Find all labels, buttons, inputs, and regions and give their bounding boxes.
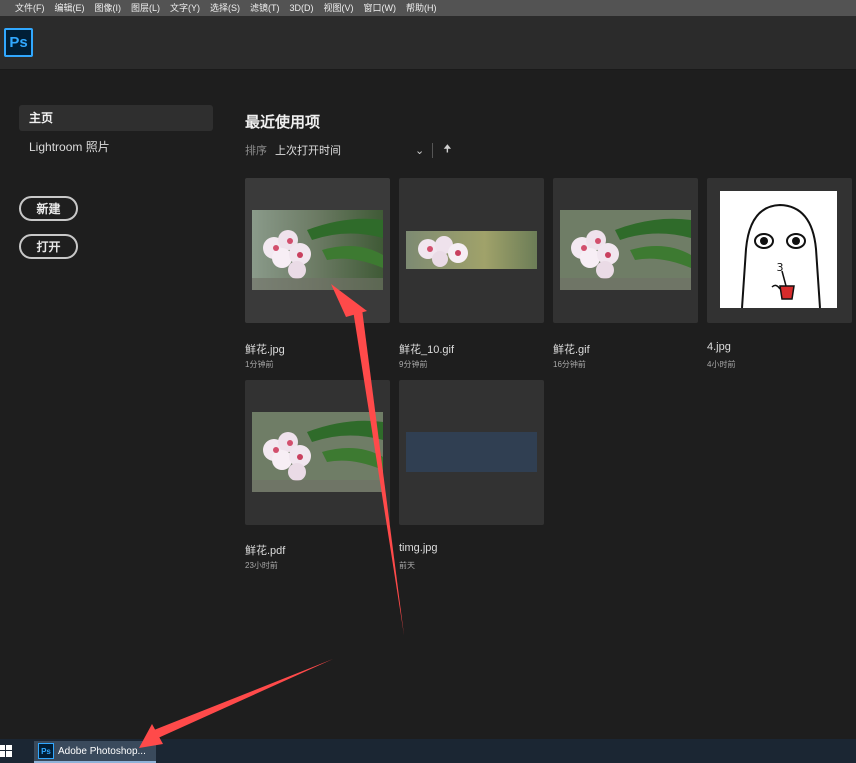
menu-image[interactable]: 图像(I) [90,0,127,16]
flower-thumbnail [252,412,383,492]
system-menu-icon[interactable] [0,0,10,16]
file-card[interactable] [399,178,544,323]
menu-help[interactable]: 帮助(H) [401,0,442,16]
photoshop-taskbar-icon: Ps [38,743,54,759]
menu-view[interactable]: 视图(V) [319,0,359,16]
file-time: 9分钟前 [399,360,428,369]
open-button[interactable]: 打开 [19,234,78,259]
menu-3d[interactable]: 3D(D) [285,0,319,16]
file-card[interactable] [553,178,698,323]
flower-thumbnail [252,210,383,290]
file-time: 4小时前 [707,360,736,369]
file-name[interactable]: 4.jpg [707,341,731,353]
file-name[interactable]: 鲜花.jpg [245,341,285,357]
texture-thumbnail [406,432,537,472]
menu-filter[interactable]: 滤镜(T) [245,0,285,16]
taskbar: Ps Adobe Photoshop... [0,739,856,763]
menu-type[interactable]: 文字(Y) [165,0,205,16]
flower-thumbnail [560,210,691,290]
main-content: 最近使用项 排序 上次打开时间 ⌄ 🠉 鲜花.jpg 1分钟前 鲜花_10.gi… [225,71,856,739]
divider [432,142,434,158]
menu-file[interactable]: 文件(F) [10,0,50,16]
chevron-down-icon[interactable]: ⌄ [415,144,424,157]
file-name[interactable]: 鲜花.pdf [245,542,285,558]
taskbar-photoshop-button[interactable]: Ps Adobe Photoshop... [34,741,156,763]
menu-edit[interactable]: 编辑(E) [50,0,90,16]
file-card[interactable] [245,380,390,525]
new-button[interactable]: 新建 [19,196,78,221]
menu-bar: 文件(F) 编辑(E) 图像(I) 图层(L) 文字(Y) 选择(S) 滤镜(T… [0,0,856,16]
file-name[interactable]: timg.jpg [399,542,438,554]
file-time: 23小时前 [245,561,278,570]
sort-direction-up-icon[interactable]: 🠉 [443,142,451,159]
sort-bar: 排序 上次打开时间 ⌄ 🠉 [245,141,452,159]
recent-title: 最近使用项 [245,114,321,131]
file-name[interactable]: 鲜花.gif [553,341,590,357]
windows-start-icon[interactable] [0,745,12,757]
taskbar-app-label: Adobe Photoshop... [58,745,146,757]
file-time: 1分钟前 [245,360,274,369]
menu-window[interactable]: 窗口(W) [359,0,402,16]
sticker-thumbnail: 3 [720,191,837,308]
sort-dropdown[interactable]: 上次打开时间 [275,142,415,158]
sort-label: 排序 [245,145,267,157]
file-card[interactable]: 3 [707,178,852,323]
file-name[interactable]: 鲜花_10.gif [399,341,454,357]
sidebar: 主页 Lightroom 照片 新建 打开 [0,71,225,739]
file-card[interactable] [245,178,390,323]
app-header: Ps [0,16,856,70]
flower-strip-thumbnail [406,231,537,269]
file-card[interactable] [399,380,544,525]
file-time: 16分钟前 [553,360,586,369]
sidebar-item-lightroom[interactable]: Lightroom 照片 [19,134,213,160]
sidebar-item-home[interactable]: 主页 [19,105,213,131]
file-time: 前天 [399,561,415,570]
menu-select[interactable]: 选择(S) [205,0,245,16]
menu-layer[interactable]: 图层(L) [126,0,165,16]
photoshop-logo-icon: Ps [4,28,33,57]
